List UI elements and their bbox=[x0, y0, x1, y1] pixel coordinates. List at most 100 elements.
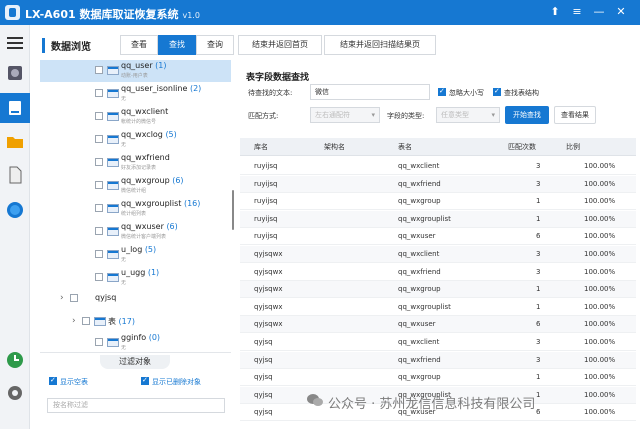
tree-item[interactable]: u_log (5) 无 bbox=[40, 244, 231, 266]
return-home-button[interactable]: 结束并返回首页 bbox=[238, 35, 322, 55]
tree-item[interactable]: qq_wxfriend 好友添加记录表 bbox=[40, 152, 231, 174]
show-deleted-checkbox[interactable] bbox=[141, 376, 149, 385]
tree-db-node[interactable]: › qyjsq bbox=[40, 288, 231, 310]
type-select[interactable]: 任意类型 bbox=[436, 107, 500, 123]
drive-icon[interactable] bbox=[5, 98, 25, 118]
search-text-input[interactable]: 微信 bbox=[310, 84, 430, 100]
disk-icon[interactable] bbox=[5, 63, 25, 83]
menu-icon[interactable]: ≡ bbox=[570, 5, 584, 19]
view-results-button[interactable]: 查看结果 bbox=[554, 106, 596, 124]
tree-item-desc: 无 bbox=[121, 280, 127, 286]
cell-table: qq_wxgroup bbox=[398, 373, 441, 382]
col-table: 表名 bbox=[398, 143, 412, 151]
cell-ratio: 100.00% bbox=[584, 320, 616, 329]
settings-icon[interactable] bbox=[5, 383, 25, 403]
cell-matches: 3 bbox=[536, 162, 541, 170]
tree-item-checkbox[interactable] bbox=[95, 273, 103, 281]
tree-item-checkbox[interactable] bbox=[95, 112, 103, 120]
minimize-button[interactable]: — bbox=[592, 5, 606, 19]
tree-item[interactable]: qq_wxuser (6) 微信统计客户端列表 bbox=[40, 221, 231, 243]
menu-icon[interactable] bbox=[5, 33, 25, 53]
tree-item-desc: 统计组列表 bbox=[121, 211, 147, 217]
cell-table: qq_wxclient bbox=[398, 338, 440, 346]
cell-ratio: 100.00% bbox=[584, 302, 616, 311]
table-icon bbox=[107, 112, 119, 121]
table-row[interactable]: qyjsqwx qq_wxclient 3 100.00% bbox=[240, 246, 636, 263]
cell-matches: 3 bbox=[536, 338, 541, 346]
table-row[interactable]: qyjsqwx qq_wxgrouplist 1 100.00% bbox=[240, 299, 636, 316]
match-select[interactable]: 左右通配符 bbox=[310, 107, 380, 123]
table-row[interactable]: qyjsq qq_wxclient 3 100.00% bbox=[240, 334, 636, 351]
cell-db: qyjsq bbox=[254, 390, 273, 399]
app-version: v1.0 bbox=[182, 11, 200, 20]
document-icon[interactable] bbox=[5, 165, 25, 185]
table-row[interactable]: ruyijsq qq_wxgrouplist 1 100.00% bbox=[240, 210, 636, 228]
tree-item-checkbox[interactable] bbox=[95, 66, 103, 74]
cell-matches: 3 bbox=[536, 355, 541, 364]
tree-item-name: u_ugg (1) bbox=[121, 268, 160, 277]
tree-item-checkbox[interactable] bbox=[95, 338, 103, 346]
table-row[interactable]: ruyijsq qq_wxuser 6 100.00% bbox=[240, 228, 636, 246]
tree-item-desc: 微信统计组 bbox=[121, 188, 147, 194]
folder-icon[interactable] bbox=[5, 132, 25, 152]
tree-item[interactable]: gginfo (0) 无 bbox=[40, 332, 231, 350]
tree-db-checkbox[interactable] bbox=[70, 294, 78, 302]
cell-table: qq_wxfriend bbox=[398, 355, 441, 364]
table-row[interactable]: qyjsqwx qq_wxfriend 3 100.00% bbox=[240, 264, 636, 281]
tree-item[interactable]: qq_user (1) 动账-用户表 bbox=[40, 60, 231, 82]
tree-item-desc: 动账-用户表 bbox=[121, 73, 148, 79]
table-row[interactable]: qyjsqwx qq_wxgroup 1 100.00% bbox=[240, 281, 636, 299]
clock-icon[interactable] bbox=[5, 350, 25, 370]
filter-input[interactable]: 按名称过滤 bbox=[47, 398, 225, 413]
cell-ratio: 100.00% bbox=[584, 267, 616, 276]
tree-item-name: gginfo (0) bbox=[121, 333, 161, 342]
return-scan-button[interactable]: 结束并返回扫描结果页 bbox=[324, 35, 436, 55]
tree-item[interactable]: u_ugg (1) 无 bbox=[40, 267, 231, 289]
tree-item[interactable]: qq_wxgrouplist (16) 统计组列表 bbox=[40, 198, 231, 220]
tab-view[interactable]: 查看 bbox=[120, 35, 158, 55]
tree-item-name: qq_wxclient bbox=[121, 107, 169, 116]
tree-table-checkbox[interactable] bbox=[82, 317, 90, 325]
left-icon-bar bbox=[0, 25, 30, 429]
cell-ratio: 100.00% bbox=[584, 197, 616, 206]
pin-icon[interactable]: ⬆ bbox=[548, 5, 562, 19]
chevron-right-icon[interactable]: › bbox=[72, 316, 76, 326]
ignore-case-checkbox[interactable] bbox=[438, 87, 446, 96]
cell-ratio: 100.00% bbox=[584, 250, 616, 258]
cell-ratio: 100.00% bbox=[584, 285, 616, 294]
tree-item-checkbox[interactable] bbox=[95, 227, 103, 235]
table-row[interactable]: ruyijsq qq_wxfriend 3 100.00% bbox=[240, 175, 636, 193]
tab-find[interactable]: 查找 bbox=[158, 35, 196, 55]
cell-db: qyjsqwx bbox=[254, 320, 283, 329]
col-ratio: 比例 bbox=[566, 143, 580, 151]
tree-item-checkbox[interactable] bbox=[95, 135, 103, 143]
globe-icon[interactable] bbox=[5, 200, 25, 220]
tree-item-checkbox[interactable] bbox=[95, 181, 103, 189]
close-button[interactable]: ✕ bbox=[614, 5, 628, 19]
tree-item[interactable]: qq_wxclog (5) 无 bbox=[40, 129, 231, 151]
tree-item-count: (6) bbox=[172, 176, 184, 185]
table-row[interactable]: qyjsqwx qq_wxuser 6 100.00% bbox=[240, 316, 636, 334]
find-struct-checkbox[interactable] bbox=[493, 87, 501, 96]
cell-db: qyjsq bbox=[254, 373, 273, 382]
tree-item-checkbox[interactable] bbox=[95, 250, 103, 258]
table-row[interactable]: ruyijsq qq_wxclient 3 100.00% bbox=[240, 158, 636, 175]
tree-item-checkbox[interactable] bbox=[95, 89, 103, 97]
tree-scrollbar[interactable] bbox=[232, 190, 234, 230]
tree-item-checkbox[interactable] bbox=[95, 204, 103, 212]
chevron-right-icon[interactable]: › bbox=[60, 293, 64, 303]
tree-item[interactable]: qq_user_isonline (2) 无 bbox=[40, 83, 231, 105]
tree-table-node[interactable]: › 表 (17) bbox=[40, 311, 231, 333]
table-row[interactable]: ruyijsq qq_wxgroup 1 100.00% bbox=[240, 193, 636, 211]
cell-table: qq_wxgroup bbox=[398, 197, 441, 206]
tree-item[interactable]: qq_wxclient 帐统计的微信号 bbox=[40, 106, 231, 128]
tab-query[interactable]: 查询 bbox=[196, 35, 234, 55]
tree-item-checkbox[interactable] bbox=[95, 158, 103, 166]
col-db: 库名 bbox=[254, 143, 268, 151]
start-search-button[interactable]: 开始查找 bbox=[505, 106, 549, 124]
table-row[interactable]: qyjsq qq_wxfriend 3 100.00% bbox=[240, 351, 636, 369]
tree-item-count: (0) bbox=[148, 333, 161, 342]
show-empty-checkbox[interactable] bbox=[49, 376, 57, 385]
table-row[interactable]: qyjsq qq_wxgroup 1 100.00% bbox=[240, 369, 636, 387]
tree-item[interactable]: qq_wxgroup (6) 微信统计组 bbox=[40, 175, 231, 197]
